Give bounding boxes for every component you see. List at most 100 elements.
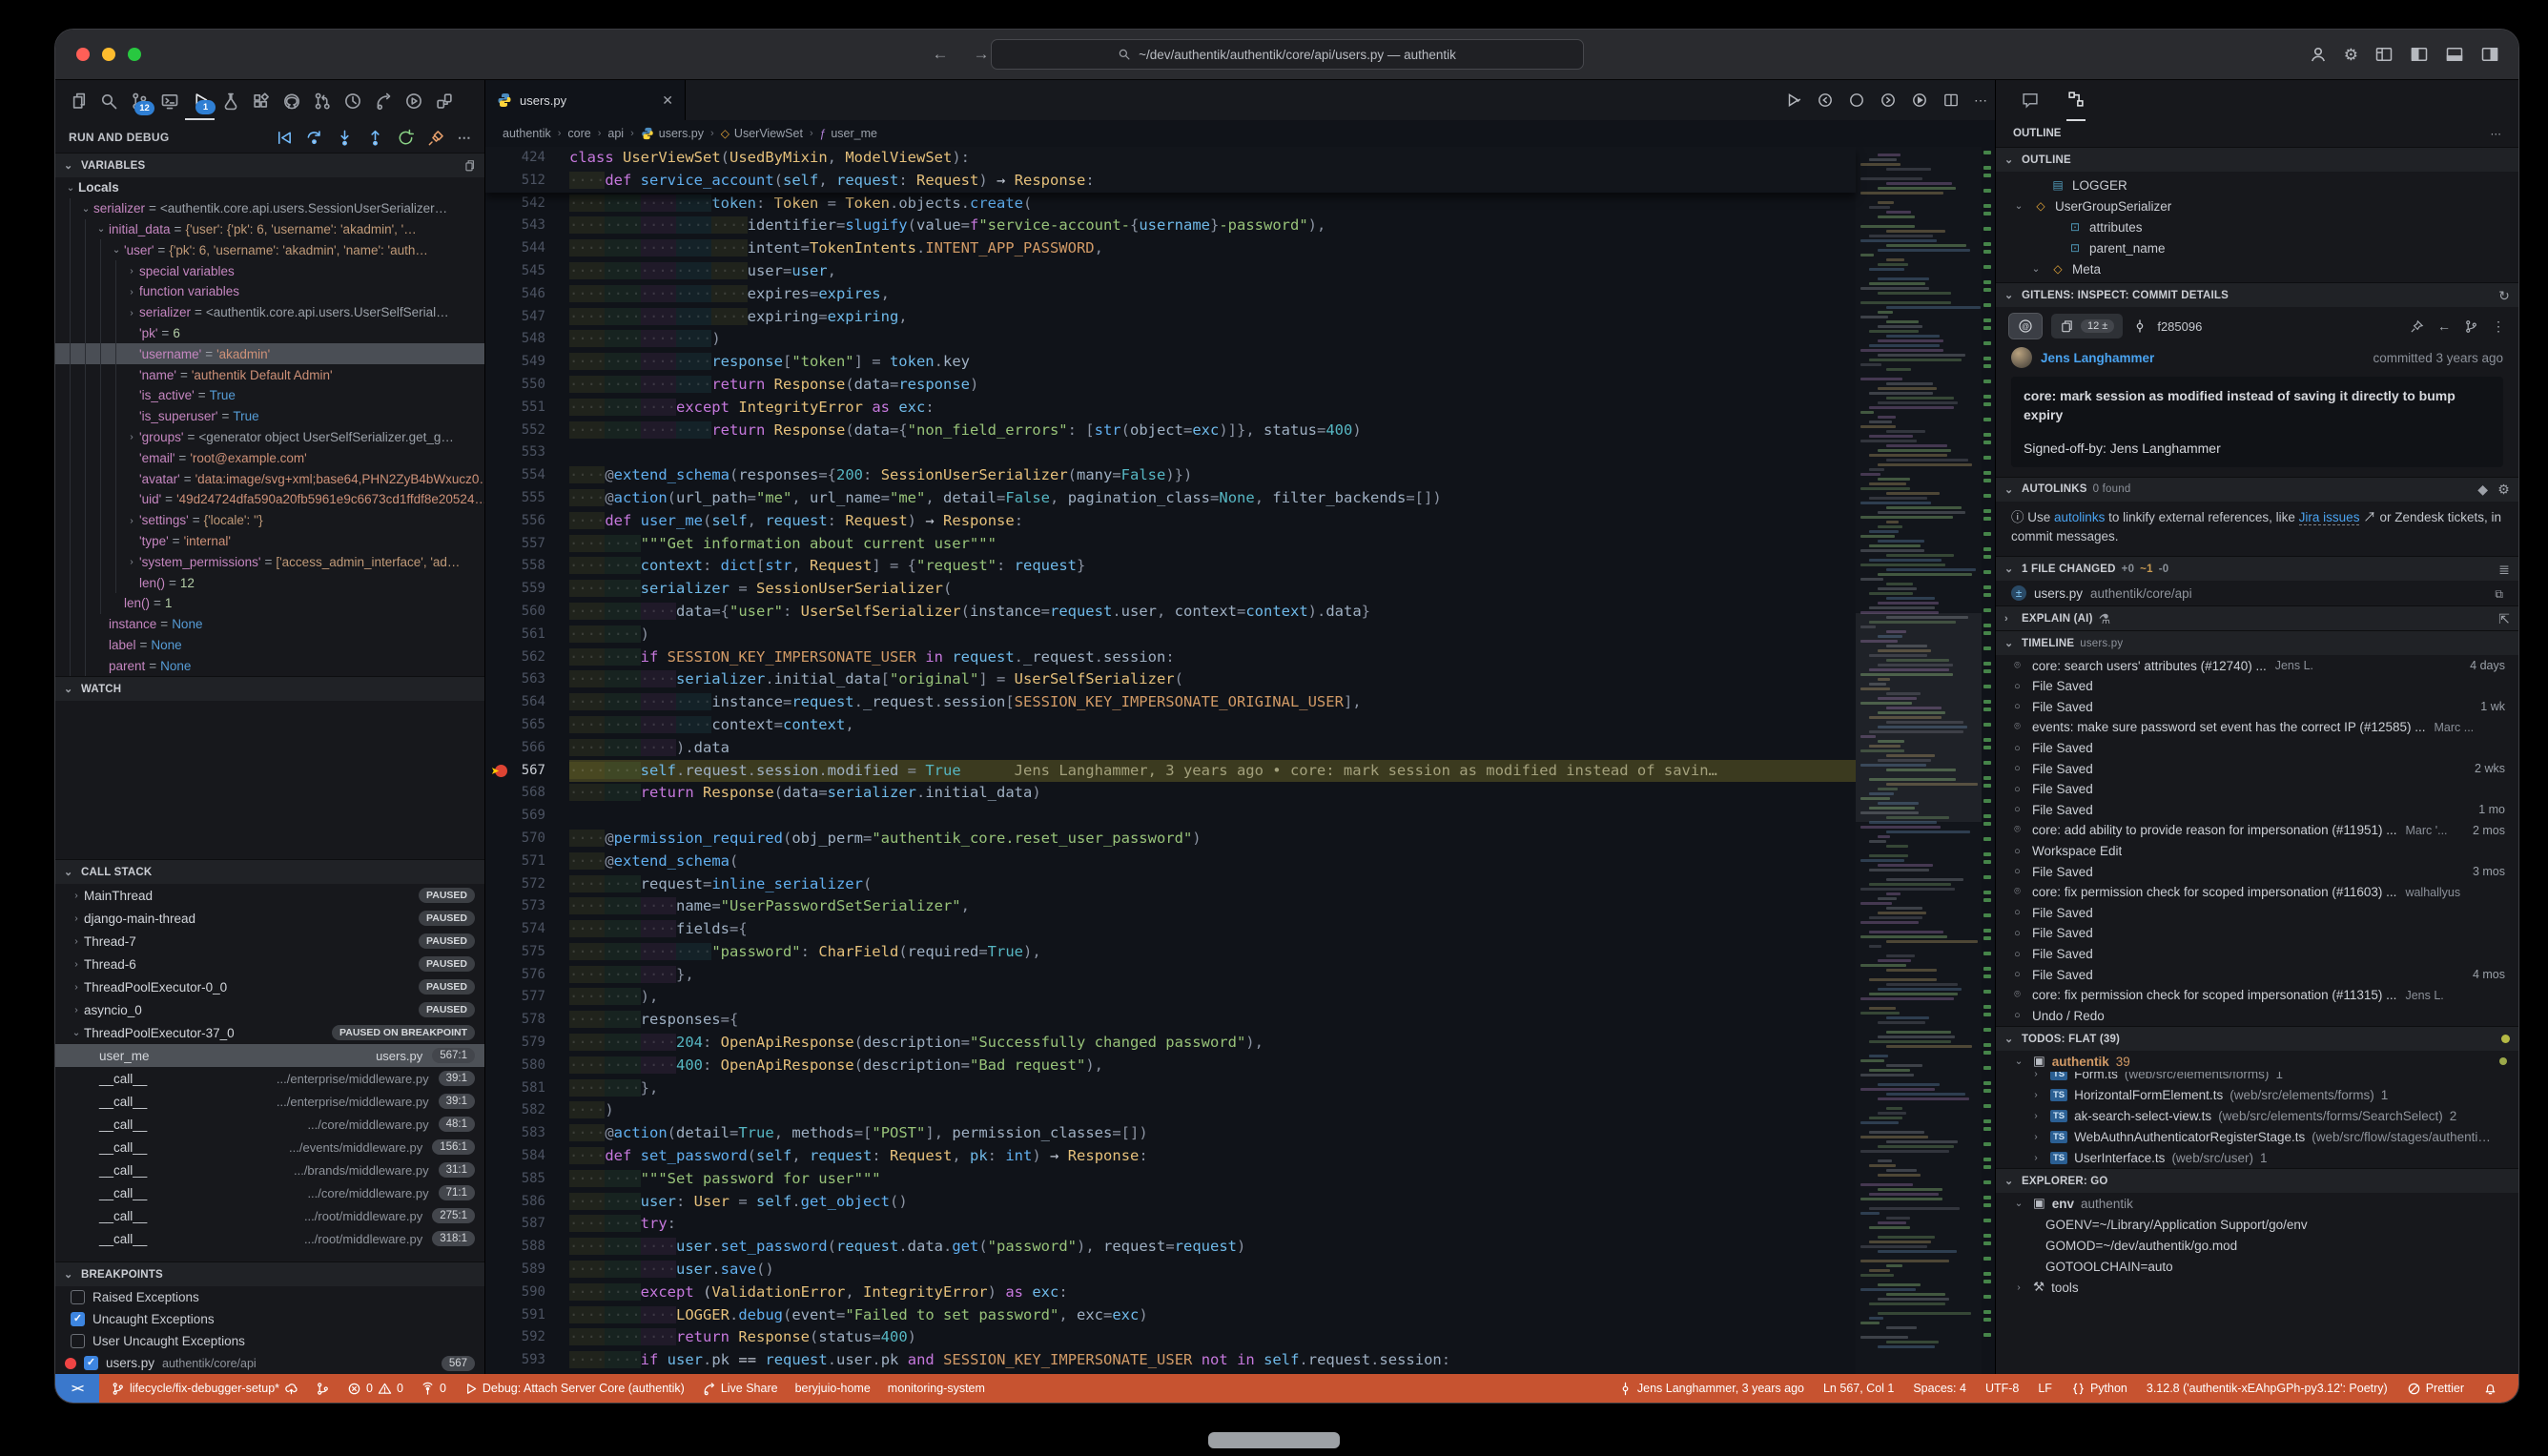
code-line[interactable]: 566············).data	[485, 737, 1856, 760]
status-item-debug-target[interactable]: Debug: Attach Server Core (authentik)	[456, 1382, 692, 1396]
code-line[interactable]: 424class UserViewSet(UsedByMixin, ModelV…	[485, 147, 1856, 170]
todo-file-row[interactable]: ›TSUserInterface.ts(web/src/user)1	[1996, 1147, 2518, 1168]
variable-row[interactable]: 'username'='akadmin'	[55, 343, 484, 364]
activity-item-search[interactable]	[93, 83, 123, 119]
timeline-item[interactable]: ○Undo / Redo	[1996, 1005, 2518, 1026]
call-stack-frame[interactable]: user_meusers.py567:1	[55, 1044, 484, 1067]
debug-disconnect-icon[interactable]	[427, 129, 445, 147]
code-line[interactable]: 544····················intent=TokenInten…	[485, 237, 1856, 260]
code-line[interactable]: 593········if user.pk == request.user.pk…	[485, 1349, 1856, 1372]
watch-section-header[interactable]: ⌄ WATCH	[55, 676, 484, 701]
code-editor[interactable]: 424class UserViewSet(UsedByMixin, ModelV…	[485, 147, 1995, 1374]
code-line[interactable]: 577········),	[485, 986, 1856, 1009]
code-line[interactable]: 555····@action(url_path="me", url_name="…	[485, 487, 1856, 510]
variable-row[interactable]: 'is_active'=True	[55, 385, 484, 406]
breakpoint-row[interactable]: Raised Exceptions	[55, 1286, 484, 1308]
variable-row[interactable]: ⌄'user'={'pk': 6, 'username': 'akadmin',…	[55, 239, 484, 260]
activity-item-runner[interactable]	[399, 83, 428, 119]
breakpoint-checkbox[interactable]	[71, 1290, 85, 1304]
commit-sha[interactable]: f285096	[2157, 319, 2202, 334]
explorer-go-section-header[interactable]: ⌄ EXPLORER: GO	[1996, 1168, 2518, 1193]
layout-customize-icon[interactable]	[2374, 45, 2394, 64]
code-line[interactable]: 590········except (ValidationError, Inte…	[485, 1282, 1856, 1304]
timeline-item[interactable]: ○File Saved	[1996, 923, 2518, 944]
code-line[interactable]: 579············204: OpenApiResponse(desc…	[485, 1032, 1856, 1055]
variable-row[interactable]: 'uid'='49d24724dfa590a20fb5961e9c6673cd1…	[55, 489, 484, 510]
call-stack-frame[interactable]: __call__.../events/middleware.py156:1	[55, 1136, 484, 1159]
timeline-item[interactable]: ○File Saved	[1996, 903, 2518, 924]
close-tab-icon[interactable]: ✕	[662, 92, 673, 109]
minimap[interactable]	[1856, 147, 1982, 1374]
code-line[interactable]: 561········)	[485, 624, 1856, 646]
todo-file-row[interactable]: ›TSForm.ts(web/src/elements/forms)1	[1996, 1072, 2518, 1084]
code-line[interactable]: 570····@permission_required(obj_perm="au…	[485, 828, 1856, 851]
code-line[interactable]: 587········try:	[485, 1213, 1856, 1236]
activity-item-references[interactable]	[429, 83, 459, 119]
code-line[interactable]: 568········return Response(data=serializ…	[485, 782, 1856, 805]
status-item-indentation[interactable]: Spaces: 4	[1905, 1382, 1974, 1395]
changed-file-row[interactable]: ± users.py authentik/core/api ⧉	[1996, 581, 2518, 605]
zoom-window-button[interactable]	[128, 48, 141, 61]
call-stack-frame[interactable]: __call__.../enterprise/middleware.py39:1	[55, 1067, 484, 1090]
outline-item-UserGroupSerializer[interactable]: ⌄◇UserGroupSerializer	[1996, 195, 2518, 216]
variable-row[interactable]: ›special variables	[55, 260, 484, 281]
timeline-section-header[interactable]: ⌄ TIMELINE users.py	[1996, 630, 2518, 655]
timeline-item[interactable]: ○Workspace Edit	[1996, 841, 2518, 862]
timeline-item[interactable]: ⌾events: make sure password set event ha…	[1996, 717, 2518, 738]
debug-step-over-icon[interactable]	[305, 129, 323, 147]
status-item-git-branch[interactable]: lifecycle/fix-debugger-setup*	[103, 1382, 306, 1396]
more-actions-icon[interactable]: ⋯	[1974, 93, 1987, 107]
variable-row[interactable]: instance=None	[55, 614, 484, 635]
timeline-item[interactable]: ○File Saved	[1996, 738, 2518, 759]
tab-users-py[interactable]: users.py ✕	[485, 80, 686, 120]
variable-row[interactable]: 'avatar'='data:image/svg+xml;base64,PHN2…	[55, 468, 484, 489]
todo-file-row[interactable]: ›TSWebAuthnAuthenticatorRegisterStage.ts…	[1996, 1126, 2518, 1147]
code-line[interactable]: 592············return Response(status=40…	[485, 1326, 1856, 1349]
variable-row[interactable]: 'email'='root@example.com'	[55, 447, 484, 468]
code-line[interactable]: 573············name="UserPasswordSetSeri…	[485, 895, 1856, 918]
status-item-language-mode[interactable]: Python	[2064, 1382, 2135, 1396]
call-stack-thread[interactable]: ›asyncio_0PAUSED	[55, 998, 484, 1021]
outline-section-header[interactable]: ⌄ OUTLINE	[1996, 147, 2518, 172]
autolinks-section-header[interactable]: ⌄ AUTOLINKS 0 found ◆⚙	[1996, 477, 2518, 502]
breadcrumb-item[interactable]: authentik	[503, 127, 551, 140]
outline-item-attributes[interactable]: ⊡attributes	[1996, 216, 2518, 237]
breadcrumb-item[interactable]: core	[567, 127, 590, 140]
code-line[interactable]: 571····@extend_schema(	[485, 851, 1856, 873]
go-env-row[interactable]: ⌄▣envauthentik	[1996, 1193, 2518, 1214]
status-item-git-graph[interactable]	[308, 1382, 338, 1396]
outline-item-LOGGER[interactable]: ▤LOGGER	[1996, 174, 2518, 195]
code-line[interactable]: 586········user: User = self.get_object(…	[485, 1191, 1856, 1214]
code-line[interactable]: 553	[485, 441, 1856, 464]
activity-item-gitlens[interactable]	[338, 83, 367, 119]
todo-root-row[interactable]: ⌄▣authentik39	[1996, 1051, 2518, 1072]
todos-section-header[interactable]: ⌄ TODOS: FLAT (39)	[1996, 1026, 2518, 1051]
debug-step-out-icon[interactable]	[366, 129, 384, 147]
go-env-var[interactable]: GOENV=~/Library/Application Support/go/e…	[1996, 1214, 2518, 1235]
status-item-monitoring-system[interactable]: monitoring-system	[880, 1382, 993, 1395]
debug-more-icon[interactable]: ⋯	[458, 131, 471, 144]
diamond-icon[interactable]: ◆	[2477, 482, 2488, 496]
step-forward-icon[interactable]	[1880, 92, 1897, 109]
call-stack-thread[interactable]: ›django-main-threadPAUSED	[55, 907, 484, 930]
call-stack-thread[interactable]: ›MainThreadPAUSED	[55, 884, 484, 907]
code-line[interactable]: 558········context: dict[str, Request] =…	[485, 555, 1856, 578]
feedback-icon[interactable]: ⇱	[2498, 612, 2510, 625]
breadcrumb-item[interactable]: api	[607, 127, 624, 140]
call-stack-frame[interactable]: __call__.../root/middleware.py275:1	[55, 1204, 484, 1227]
call-stack-thread[interactable]: ⌄ThreadPoolExecutor-37_0PAUSED ON BREAKP…	[55, 1021, 484, 1044]
breakpoint-row[interactable]: ✓users.pyauthentik/core/api567	[55, 1352, 484, 1374]
timeline-item[interactable]: ○File Saved1 wk	[1996, 697, 2518, 718]
variable-row[interactable]: len()=1	[55, 593, 484, 614]
activity-item-source-control[interactable]: 12	[124, 83, 154, 119]
code-line[interactable]: 563············serializer.initial_data["…	[485, 668, 1856, 691]
code-line[interactable]: 556····def user_me(self, request: Reques…	[485, 510, 1856, 533]
toggle-panel-icon[interactable]	[2445, 45, 2464, 64]
todo-file-row[interactable]: ›TSak-search-select-view.ts(web/src/elem…	[1996, 1105, 2518, 1126]
toggle-primary-sidebar-icon[interactable]	[2410, 45, 2429, 64]
gitlens-overview-toggle[interactable]: @	[2009, 314, 2042, 338]
call-stack-thread[interactable]: ›Thread-7PAUSED	[55, 930, 484, 953]
call-stack-frame[interactable]: __call__.../core/middleware.py71:1	[55, 1181, 484, 1204]
code-line[interactable]: 580············400: OpenApiResponse(desc…	[485, 1055, 1856, 1077]
tab-comments[interactable]	[2021, 80, 2040, 120]
